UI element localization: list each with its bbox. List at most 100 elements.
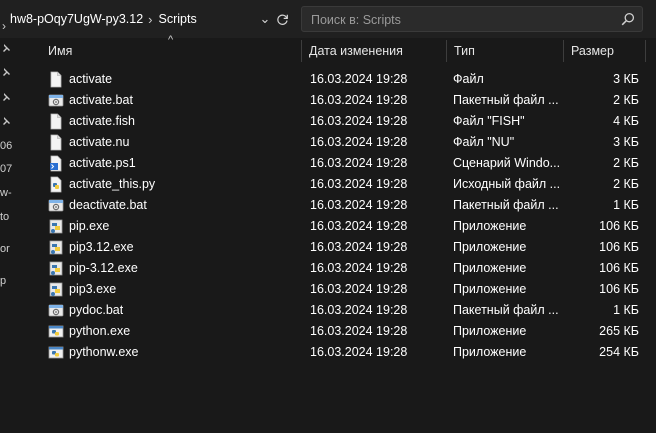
search-icon[interactable] bbox=[621, 12, 635, 26]
file-name[interactable]: pydoc.bat bbox=[69, 300, 123, 321]
file-date: 16.03.2024 19:28 bbox=[310, 324, 408, 338]
file-date: 16.03.2024 19:28 bbox=[310, 114, 408, 128]
file-row[interactable]: activate.bat 16.03.2024 19:28 Пакетный фай… bbox=[40, 90, 656, 111]
file-date: 16.03.2024 19:28 bbox=[310, 219, 408, 233]
file-name[interactable]: python.exe bbox=[69, 321, 130, 342]
refresh-icon[interactable] bbox=[273, 9, 291, 29]
pin-icon[interactable] bbox=[1, 92, 11, 102]
file-type: Приложение bbox=[453, 282, 527, 296]
file-date: 16.03.2024 19:28 bbox=[310, 72, 408, 86]
file-size: 265 КБ bbox=[599, 324, 639, 338]
python-exe-icon bbox=[48, 281, 64, 298]
column-header-size[interactable]: Размер bbox=[563, 38, 645, 64]
file-size: 106 КБ bbox=[599, 282, 639, 296]
file-size: 3 КБ bbox=[613, 72, 639, 86]
file-size: 106 КБ bbox=[599, 219, 639, 233]
file-row[interactable]: pip3.12.exe 16.03.2024 19:28 Приложение 106… bbox=[40, 237, 656, 258]
file-date: 16.03.2024 19:28 bbox=[310, 261, 408, 275]
file-row[interactable]: activate_this.py 16.03.2024 19:28 Исходный… bbox=[40, 174, 656, 195]
file-date: 16.03.2024 19:28 bbox=[310, 177, 408, 191]
file-size: 2 КБ bbox=[613, 156, 639, 170]
file-row[interactable]: python.exe 16.03.2024 19:28 Приложение 265 … bbox=[40, 321, 656, 342]
file-row[interactable]: activate.ps1 16.03.2024 19:28 Сценарий Win… bbox=[40, 153, 656, 174]
file-type: Пакетный файл ... bbox=[453, 93, 559, 107]
python-source-icon bbox=[48, 176, 64, 193]
file-row[interactable]: pydoc.bat 16.03.2024 19:28 Пакетный файл .… bbox=[40, 300, 656, 321]
python-exe-icon bbox=[48, 218, 64, 235]
file-size: 254 КБ bbox=[599, 345, 639, 359]
file-name[interactable]: activate.bat bbox=[69, 90, 133, 111]
file-list: ^ Имя Дата изменения Тип Размер activate… bbox=[20, 34, 656, 433]
python-app-icon bbox=[48, 323, 64, 340]
file-row[interactable]: pip.exe 16.03.2024 19:28 Приложение 106 КБ bbox=[40, 216, 656, 237]
file-row[interactable]: pythonw.exe 16.03.2024 19:28 Приложение 254… bbox=[40, 342, 656, 363]
file-name[interactable]: pip.exe bbox=[69, 216, 109, 237]
chevron-right-icon[interactable]: › bbox=[2, 19, 6, 33]
file-name[interactable]: activate.fish bbox=[69, 111, 135, 132]
file-type: Файл bbox=[453, 72, 484, 86]
file-name[interactable]: pip-3.12.exe bbox=[69, 258, 138, 279]
file-date: 16.03.2024 19:28 bbox=[310, 303, 408, 317]
file-size: 106 КБ bbox=[599, 261, 639, 275]
chevron-down-icon[interactable]: ⌄ bbox=[256, 9, 274, 29]
nav-item[interactable]: 06 bbox=[0, 140, 12, 152]
file-date: 16.03.2024 19:28 bbox=[310, 282, 408, 296]
file-row[interactable]: activate.nu 16.03.2024 19:28 Файл "NU" 3 КБ bbox=[40, 132, 656, 153]
file-row[interactable]: pip-3.12.exe 16.03.2024 19:28 Приложение 10… bbox=[40, 258, 656, 279]
file-size: 4 КБ bbox=[613, 114, 639, 128]
navigation-pane: 06 07 w- to or p bbox=[0, 38, 20, 433]
batch-file-icon bbox=[48, 302, 64, 319]
blank-file-icon bbox=[48, 71, 64, 88]
file-name[interactable]: pip3.exe bbox=[69, 279, 116, 300]
file-row[interactable]: activate.fish 16.03.2024 19:28 Файл "FISH"… bbox=[40, 111, 656, 132]
file-name[interactable]: activate_this.py bbox=[69, 174, 155, 195]
breadcrumb-folder-scripts[interactable]: Scripts bbox=[159, 12, 197, 26]
pin-icon[interactable] bbox=[1, 43, 11, 53]
python-app-icon bbox=[48, 344, 64, 361]
blank-file-icon bbox=[48, 113, 64, 130]
python-exe-icon bbox=[48, 260, 64, 277]
chevron-right-icon[interactable]: › bbox=[148, 12, 152, 27]
file-date: 16.03.2024 19:28 bbox=[310, 156, 408, 170]
python-exe-icon bbox=[48, 239, 64, 256]
search-placeholder: Поиск в: Scripts bbox=[311, 13, 401, 27]
breadcrumb[interactable]: › hw8-pOqy7UgW-py3.12 › Scripts bbox=[0, 6, 292, 34]
column-header-date[interactable]: Дата изменения bbox=[301, 38, 446, 64]
file-name[interactable]: pythonw.exe bbox=[69, 342, 139, 363]
column-divider[interactable] bbox=[645, 40, 646, 62]
batch-file-icon bbox=[48, 197, 64, 214]
file-type: Приложение bbox=[453, 240, 527, 254]
column-header-name[interactable]: Имя bbox=[40, 38, 301, 64]
breadcrumb-folder-venv[interactable]: hw8-pOqy7UgW-py3.12 bbox=[10, 12, 143, 26]
file-row[interactable]: pip3.exe 16.03.2024 19:28 Приложение 106 КБ bbox=[40, 279, 656, 300]
file-type: Приложение bbox=[453, 261, 527, 275]
file-name[interactable]: activate.ps1 bbox=[69, 153, 136, 174]
file-name[interactable]: activate.nu bbox=[69, 132, 129, 153]
file-type: Пакетный файл ... bbox=[453, 198, 559, 212]
nav-item[interactable]: 07 bbox=[0, 163, 12, 175]
file-date: 16.03.2024 19:28 bbox=[310, 93, 408, 107]
nav-item[interactable]: to bbox=[0, 211, 9, 223]
file-row[interactable]: deactivate.bat 16.03.2024 19:28 Пакетный ф… bbox=[40, 195, 656, 216]
column-header-type[interactable]: Тип bbox=[446, 38, 563, 64]
powershell-file-icon bbox=[48, 155, 64, 172]
file-size: 106 КБ bbox=[599, 240, 639, 254]
file-name[interactable]: pip3.12.exe bbox=[69, 237, 134, 258]
pin-icon[interactable] bbox=[1, 116, 11, 126]
file-type: Приложение bbox=[453, 219, 527, 233]
nav-item[interactable]: p bbox=[0, 275, 6, 287]
file-size: 2 КБ bbox=[613, 177, 639, 191]
file-name[interactable]: activate bbox=[69, 69, 112, 90]
file-name[interactable]: deactivate.bat bbox=[69, 195, 147, 216]
nav-item[interactable]: w- bbox=[0, 187, 12, 199]
file-row[interactable]: activate 16.03.2024 19:28 Файл 3 КБ bbox=[40, 69, 656, 90]
blank-file-icon bbox=[48, 134, 64, 151]
search-input[interactable]: Поиск в: Scripts bbox=[301, 6, 643, 32]
file-type: Приложение bbox=[453, 324, 527, 338]
address-bar: › hw8-pOqy7UgW-py3.12 › Scripts ⌄ Поиск … bbox=[0, 0, 656, 38]
nav-item[interactable]: or bbox=[0, 243, 10, 255]
pin-icon[interactable] bbox=[1, 67, 11, 77]
file-date: 16.03.2024 19:28 bbox=[310, 240, 408, 254]
file-date: 16.03.2024 19:28 bbox=[310, 345, 408, 359]
file-size: 3 КБ bbox=[613, 135, 639, 149]
